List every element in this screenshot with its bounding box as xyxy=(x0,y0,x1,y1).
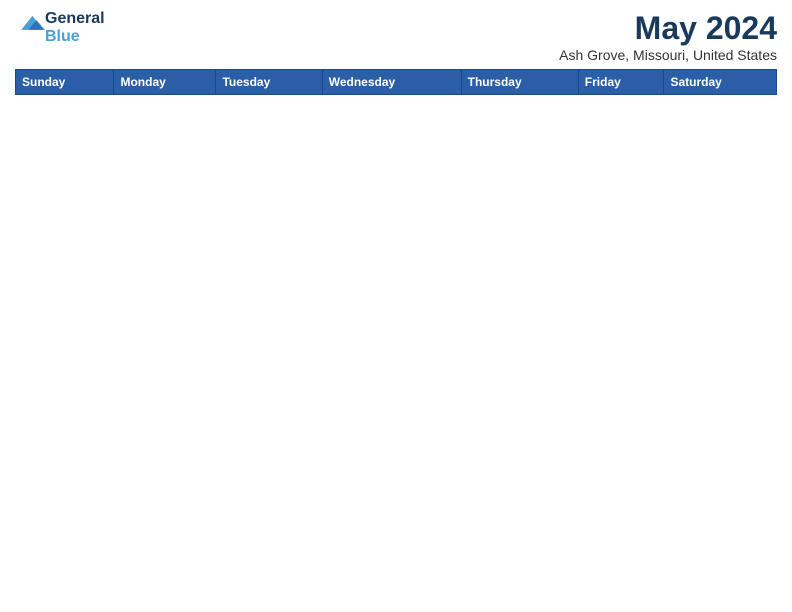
col-saturday: Saturday xyxy=(664,70,777,95)
calendar: Sunday Monday Tuesday Wednesday Thursday… xyxy=(15,69,777,95)
logo: General Blue xyxy=(15,10,105,45)
month-title: May 2024 xyxy=(559,10,777,47)
logo-icon xyxy=(17,11,45,39)
col-sunday: Sunday xyxy=(16,70,114,95)
calendar-header-row: Sunday Monday Tuesday Wednesday Thursday… xyxy=(16,70,777,95)
col-thursday: Thursday xyxy=(461,70,578,95)
col-tuesday: Tuesday xyxy=(216,70,322,95)
col-monday: Monday xyxy=(114,70,216,95)
logo-text-line1: General xyxy=(45,10,105,28)
col-wednesday: Wednesday xyxy=(322,70,461,95)
logo-text-line2: Blue xyxy=(45,28,105,46)
location: Ash Grove, Missouri, United States xyxy=(559,47,777,63)
title-block: May 2024 Ash Grove, Missouri, United Sta… xyxy=(559,10,777,63)
header: General Blue May 2024 Ash Grove, Missour… xyxy=(15,10,777,63)
col-friday: Friday xyxy=(578,70,664,95)
page-container: General Blue May 2024 Ash Grove, Missour… xyxy=(0,0,792,105)
